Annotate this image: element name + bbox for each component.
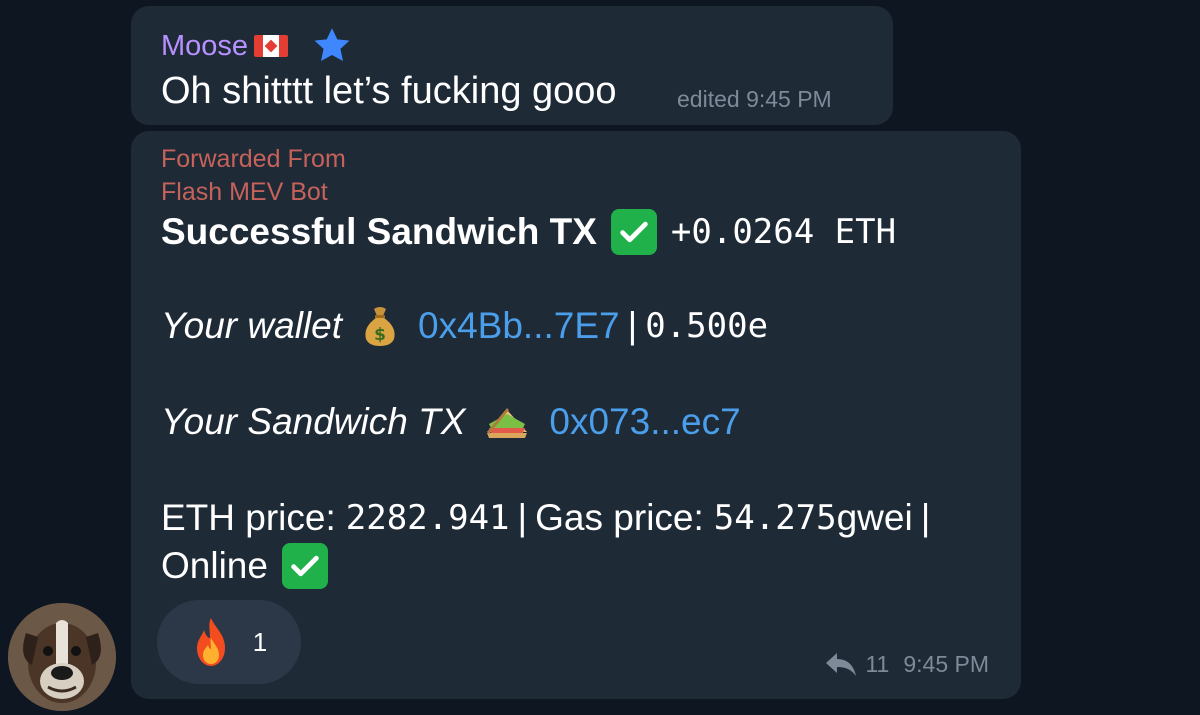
eth-price-label: ETH price: [161, 497, 336, 538]
message-text: Oh shitttt let’s fucking gooo [161, 70, 617, 112]
sender-row: Moose [161, 24, 354, 68]
wallet-address-link[interactable]: 0x4Bb...7E7 [418, 305, 620, 347]
reaction-count: 1 [252, 626, 268, 657]
status-text: Online [161, 545, 268, 586]
separator: | [627, 305, 638, 346]
tx-hash-link[interactable]: 0x073...ec7 [549, 401, 740, 443]
eth-price-value: 2282.941 [345, 498, 510, 538]
dog-avatar[interactable] [8, 603, 116, 711]
message-time: 9:45 PM [903, 651, 989, 677]
wallet-balance: 0.500e [645, 306, 769, 346]
share-count: 11 [865, 651, 890, 677]
forwarded-source[interactable]: Flash MEV Bot [161, 178, 328, 207]
message-meta: edited 9:45 PM [677, 86, 832, 113]
tx-label: Your Sandwich TX [161, 401, 466, 442]
fire-icon [196, 618, 225, 666]
forwarded-label: Forwarded From [161, 145, 346, 173]
money-bag-icon: $ [365, 307, 395, 346]
profit-value: +0.0264 ETH [670, 212, 897, 252]
wallet-label: Your wallet [161, 305, 342, 346]
sandwich-icon [487, 408, 528, 438]
message-time: 9:45 PM [746, 86, 832, 112]
svg-text:$: $ [374, 325, 386, 345]
check-mark-icon [281, 543, 328, 589]
separator: | [517, 497, 528, 538]
price-line: ETH price: 2282.941 | Gas price: 54.275 … [161, 497, 938, 539]
gas-unit: gwei [836, 497, 913, 538]
status-line: Online [161, 543, 342, 589]
tx-title: Successful Sandwich TX [161, 211, 597, 252]
star-icon[interactable] [310, 24, 354, 68]
sender-name[interactable]: Moose [161, 30, 248, 63]
message-bubble-moose[interactable]: Moose Oh shitttt let’s fucking gooo edit… [131, 6, 893, 125]
edited-label: edited [677, 86, 740, 112]
reaction-chip[interactable]: 1 [157, 600, 301, 684]
separator: | [920, 497, 931, 538]
gas-price-value: 54.275 [713, 498, 837, 538]
tx-hash-line: Your Sandwich TX 0x073...ec7 [161, 401, 741, 443]
check-mark-icon [610, 209, 657, 255]
message-meta: 11 9:45 PM [825, 651, 989, 678]
wallet-line: Your wallet $ 0x4Bb...7E7 | 0.500e [161, 305, 768, 347]
gas-price-label: Gas price: [535, 497, 704, 538]
message-bubble-forwarded[interactable]: Forwarded From Flash MEV Bot Successful … [131, 131, 1021, 699]
tx-title-line: Successful Sandwich TX +0.0264 ETH [161, 209, 896, 255]
share-icon[interactable] [825, 652, 857, 678]
canada-flag-icon [254, 35, 289, 57]
